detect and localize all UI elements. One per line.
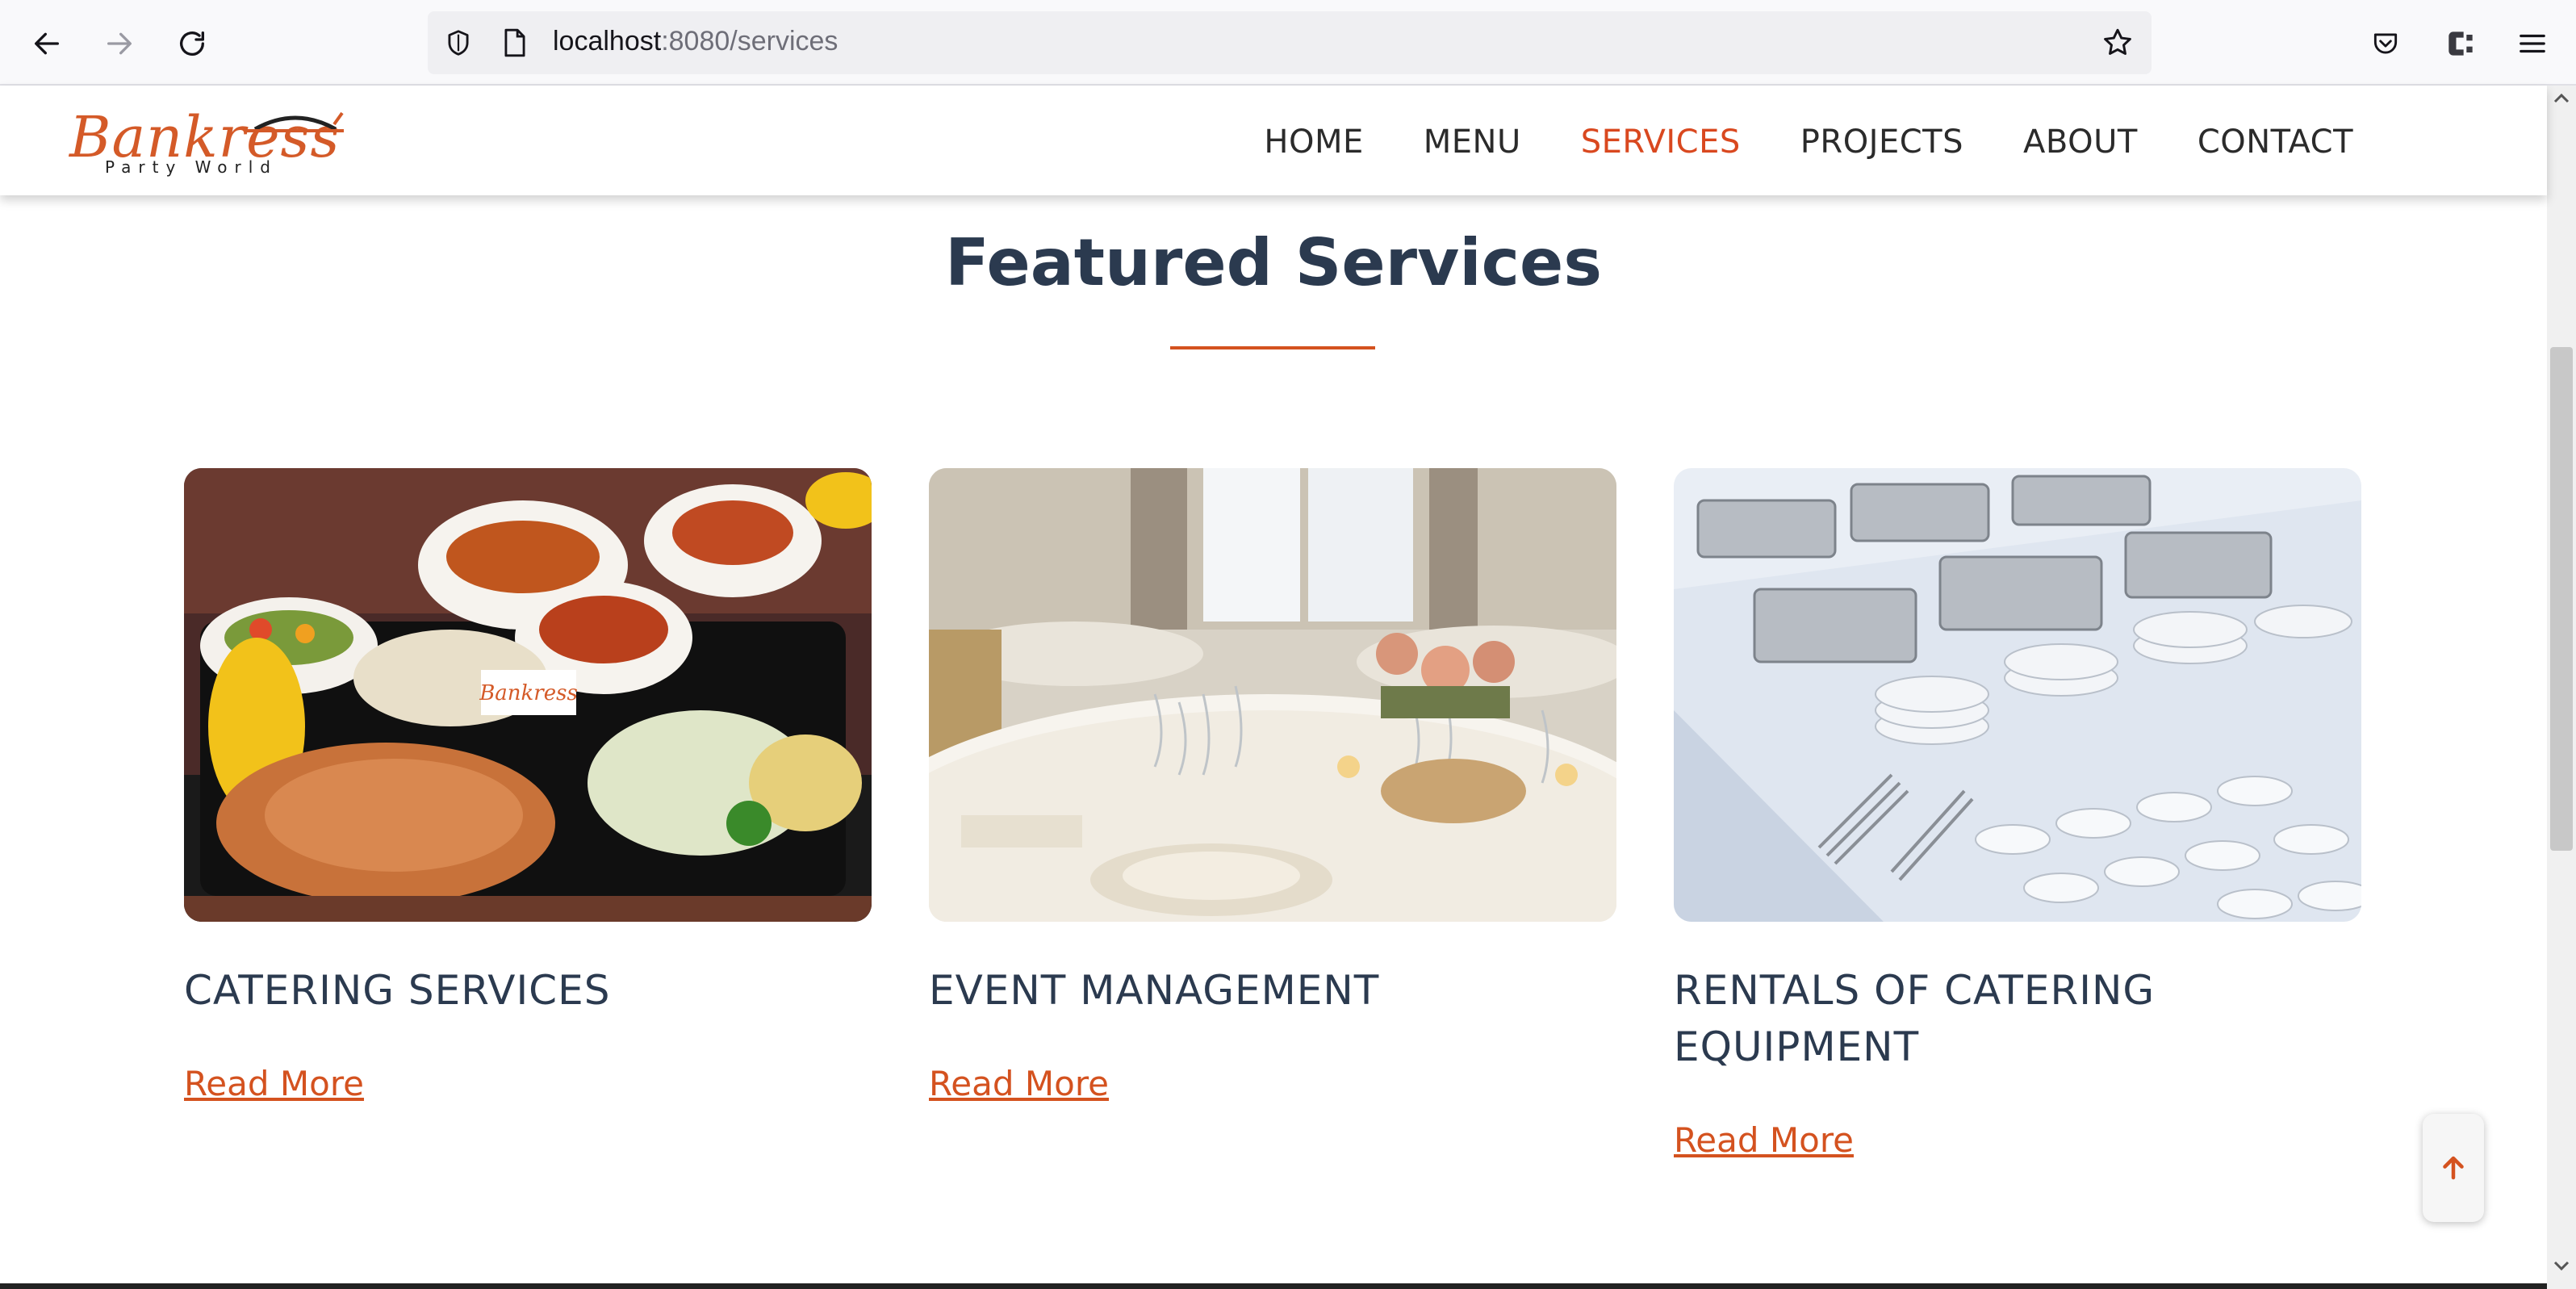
scrollbar-thumb[interactable] bbox=[2550, 347, 2573, 851]
main-nav: HOME MENU SERVICES PROJECTS ABOUT CONTAC… bbox=[1264, 121, 2353, 163]
nav-contact[interactable]: CONTACT bbox=[2198, 121, 2353, 163]
scroll-up-arrow-icon[interactable] bbox=[2550, 89, 2573, 108]
url-host: localhost bbox=[553, 26, 662, 56]
forward-button[interactable] bbox=[94, 18, 145, 69]
address-bar[interactable]: localhost:8080/services bbox=[428, 11, 2152, 74]
logo-subtext: Party World bbox=[105, 157, 278, 177]
url-text[interactable]: localhost:8080/services bbox=[553, 26, 838, 57]
read-more-link[interactable]: Read More bbox=[1674, 1120, 1854, 1160]
reload-icon bbox=[180, 31, 204, 56]
reload-button[interactable] bbox=[166, 18, 218, 69]
logo-cloche-icon bbox=[247, 111, 344, 132]
event-image bbox=[929, 468, 1616, 922]
arrow-up-icon bbox=[2443, 1156, 2464, 1180]
logo[interactable]: Bankress Party World bbox=[69, 105, 352, 179]
url-path: :8080/services bbox=[661, 26, 838, 56]
page-icon[interactable] bbox=[499, 27, 531, 59]
arrow-left-icon bbox=[35, 32, 60, 55]
image-logo-text: Bankress bbox=[479, 681, 578, 705]
section-title: Featured Services bbox=[945, 225, 1602, 300]
site-header: Bankress Party World HOME MENU SERVICES … bbox=[0, 86, 2547, 195]
catering-image: Bankress bbox=[184, 468, 872, 922]
read-more-link[interactable]: Read More bbox=[929, 1064, 1109, 1103]
back-button[interactable] bbox=[21, 18, 73, 69]
nav-menu[interactable]: MENU bbox=[1424, 121, 1521, 163]
star-icon[interactable] bbox=[2100, 25, 2135, 61]
nav-about[interactable]: ABOUT bbox=[2023, 121, 2138, 163]
back-to-top-button[interactable] bbox=[2423, 1114, 2484, 1222]
nav-home[interactable]: HOME bbox=[1264, 121, 1363, 163]
nav-projects[interactable]: PROJECTS bbox=[1800, 121, 1963, 163]
scroll-down-arrow-icon[interactable] bbox=[2550, 1256, 2573, 1275]
card-title: RENTALS OF CATERING EQUIPMENT bbox=[1674, 967, 2156, 1070]
hamburger-icon[interactable] bbox=[2513, 24, 2552, 63]
nav-services[interactable]: SERVICES bbox=[1581, 121, 1741, 163]
browser-toolbar: localhost:8080/services bbox=[0, 0, 2576, 86]
pocket-icon[interactable] bbox=[2368, 26, 2403, 61]
extension-icon[interactable] bbox=[2440, 24, 2481, 63]
title-underline bbox=[1170, 346, 1375, 349]
shield-icon[interactable] bbox=[442, 27, 475, 59]
rentals-image bbox=[1674, 468, 2361, 922]
arrow-right-icon bbox=[107, 32, 132, 55]
card-title: EVENT MANAGEMENT bbox=[929, 967, 1380, 1014]
read-more-link[interactable]: Read More bbox=[184, 1064, 364, 1103]
bottom-edge bbox=[0, 1283, 2547, 1289]
card-title: CATERING SERVICES bbox=[184, 967, 611, 1014]
